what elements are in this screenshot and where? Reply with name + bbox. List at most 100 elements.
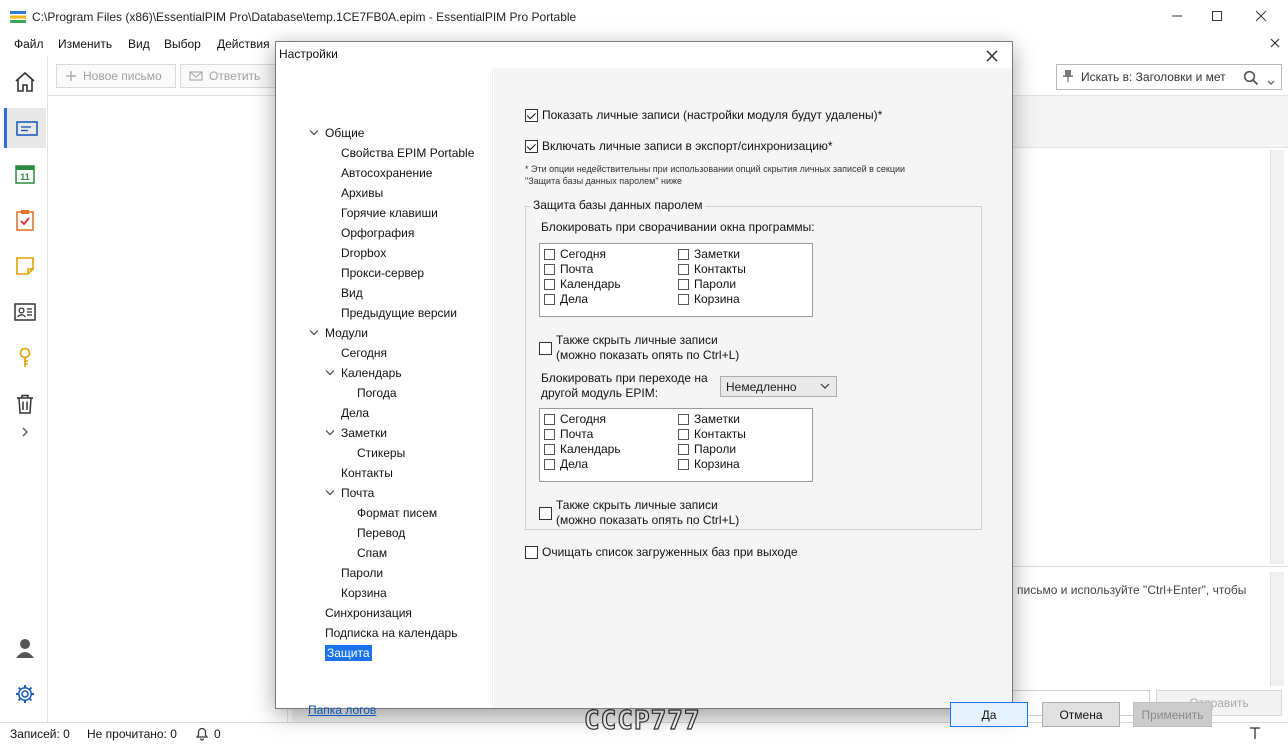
tree-item[interactable]: Перевод: [339, 524, 405, 542]
tree-item[interactable]: Прокси-сервер: [323, 264, 424, 282]
switch-module-notes[interactable]: Заметки: [678, 412, 740, 426]
close-window-button[interactable]: [1238, 0, 1284, 32]
tree-item[interactable]: Защита: [307, 644, 372, 662]
minimize-calendar-checkbox[interactable]: [544, 278, 555, 290]
switch-module-mail[interactable]: Почта: [544, 427, 593, 441]
tree-item[interactable]: Дела: [323, 404, 369, 422]
tree-item[interactable]: Формат писем: [339, 504, 437, 522]
switch-today-checkbox[interactable]: [544, 413, 555, 425]
minimize-module-contacts[interactable]: Контакты: [678, 262, 746, 276]
tree-expand-chevron-icon[interactable]: [323, 489, 337, 497]
passwords-icon[interactable]: [4, 338, 46, 378]
tree-item[interactable]: Почта: [323, 484, 374, 502]
tree-item[interactable]: Dropbox: [323, 244, 386, 262]
account-icon[interactable]: [4, 628, 46, 668]
tree-item[interactable]: Орфография: [323, 224, 414, 242]
resize-grip-icon[interactable]: [1248, 726, 1262, 743]
hide-private-minimize-checkbox[interactable]: [539, 341, 552, 355]
minimize-today-checkbox[interactable]: [544, 248, 555, 260]
tree-item[interactable]: Спам: [339, 544, 387, 562]
maximize-button[interactable]: [1194, 0, 1240, 32]
minimize-mail-checkbox[interactable]: [544, 263, 555, 275]
mail-icon[interactable]: [4, 108, 46, 148]
search-options-chevron-icon[interactable]: [1267, 75, 1275, 89]
minimize-module-tasks[interactable]: Дела: [544, 292, 588, 306]
tree-item[interactable]: Календарь: [323, 364, 402, 382]
minimize-contacts-checkbox[interactable]: [678, 263, 689, 275]
switch-delay-select[interactable]: Немедленно: [720, 376, 837, 397]
calendar-icon[interactable]: 11: [4, 154, 46, 194]
search-input[interactable]: [1081, 70, 1241, 84]
tree-expand-chevron-icon[interactable]: [307, 129, 321, 137]
cancel-button[interactable]: Отмена: [1042, 702, 1120, 727]
ok-button[interactable]: Да: [950, 702, 1028, 727]
tree-item[interactable]: Корзина: [323, 584, 387, 602]
minimize-module-notes[interactable]: Заметки: [678, 247, 740, 261]
hide-private-switch-option[interactable]: Также скрыть личные записи (можно показа…: [539, 498, 739, 528]
switch-module-calendar[interactable]: Календарь: [544, 442, 621, 456]
switch-contacts-checkbox[interactable]: [678, 428, 689, 440]
search-box[interactable]: [1056, 64, 1282, 90]
tree-item[interactable]: Погода: [339, 384, 397, 402]
minimize-passwords-checkbox[interactable]: [678, 278, 689, 290]
switch-notes-checkbox[interactable]: [678, 413, 689, 425]
minimize-module-mail[interactable]: Почта: [544, 262, 593, 276]
switch-mail-checkbox[interactable]: [544, 428, 555, 440]
bell-icon[interactable]: [195, 726, 209, 744]
hide-private-minimize-option[interactable]: Также скрыть личные записи (можно показа…: [539, 333, 739, 363]
tree-item[interactable]: Контакты: [323, 464, 393, 482]
switch-trash-checkbox[interactable]: [678, 458, 689, 470]
switch-module-contacts[interactable]: Контакты: [678, 427, 746, 441]
preview-scrollbar[interactable]: [1270, 150, 1284, 564]
minimize-notes-checkbox[interactable]: [678, 248, 689, 260]
dialog-close-button[interactable]: [978, 44, 1006, 68]
show-private-option[interactable]: Показать личные записи (настройки модуля…: [525, 108, 882, 122]
tree-item[interactable]: Пароли: [323, 564, 383, 582]
home-icon[interactable]: [4, 62, 46, 102]
minimize-module-today[interactable]: Сегодня: [544, 247, 606, 261]
include-private-checkbox[interactable]: [525, 139, 538, 153]
tree-item[interactable]: Свойства EPIM Portable: [323, 144, 474, 162]
tree-item[interactable]: Стикеры: [339, 444, 405, 462]
minimize-trash-checkbox[interactable]: [678, 293, 689, 305]
close-tab-icon[interactable]: [1268, 36, 1282, 53]
hide-private-switch-checkbox[interactable]: [539, 506, 552, 520]
include-private-option[interactable]: Включать личные записи в экспорт/синхрон…: [525, 139, 833, 153]
reply-scrollbar[interactable]: [1270, 572, 1284, 686]
apply-button[interactable]: Применить: [1133, 702, 1212, 727]
switch-module-today[interactable]: Сегодня: [544, 412, 606, 426]
switch-calendar-checkbox[interactable]: [544, 443, 555, 455]
notes-icon[interactable]: [4, 246, 46, 286]
tree-item[interactable]: Автосохранение: [323, 164, 432, 182]
switch-tasks-checkbox[interactable]: [544, 458, 555, 470]
tree-item[interactable]: Подписка на календарь: [307, 624, 458, 642]
tree-expand-chevron-icon[interactable]: [323, 429, 337, 437]
show-private-checkbox[interactable]: [525, 108, 538, 122]
switch-module-tasks[interactable]: Дела: [544, 457, 588, 471]
menu-view[interactable]: Вид: [128, 37, 150, 51]
expand-rail-chevron-icon[interactable]: [4, 418, 46, 446]
new-mail-button[interactable]: Новое письмо: [56, 64, 176, 88]
tasks-icon[interactable]: [4, 200, 46, 240]
tree-item[interactable]: Общие: [307, 124, 364, 142]
tree-item[interactable]: Предыдущие версии: [323, 304, 457, 322]
search-icon[interactable]: [1243, 70, 1259, 89]
tree-item[interactable]: Модули: [307, 324, 368, 342]
clear-db-list-checkbox[interactable]: [525, 545, 538, 559]
minimize-tasks-checkbox[interactable]: [544, 293, 555, 305]
menu-file[interactable]: Файл: [14, 37, 44, 51]
tree-item[interactable]: Сегодня: [323, 344, 387, 362]
tree-item[interactable]: Горячие клавиши: [323, 204, 438, 222]
minimize-module-trash[interactable]: Корзина: [678, 292, 740, 306]
contacts-icon[interactable]: [4, 292, 46, 332]
tree-expand-chevron-icon[interactable]: [323, 369, 337, 377]
tree-item[interactable]: Синхронизация: [307, 604, 412, 622]
switch-module-passwords[interactable]: Пароли: [678, 442, 736, 456]
tree-item[interactable]: Заметки: [323, 424, 387, 442]
tree-item[interactable]: Вид: [323, 284, 363, 302]
reply-button[interactable]: Ответить: [180, 64, 278, 88]
menu-actions[interactable]: Действия: [217, 37, 270, 51]
minimize-module-passwords[interactable]: Пароли: [678, 277, 736, 291]
menu-edit[interactable]: Изменить: [58, 37, 112, 51]
settings-gear-icon[interactable]: [4, 674, 46, 714]
